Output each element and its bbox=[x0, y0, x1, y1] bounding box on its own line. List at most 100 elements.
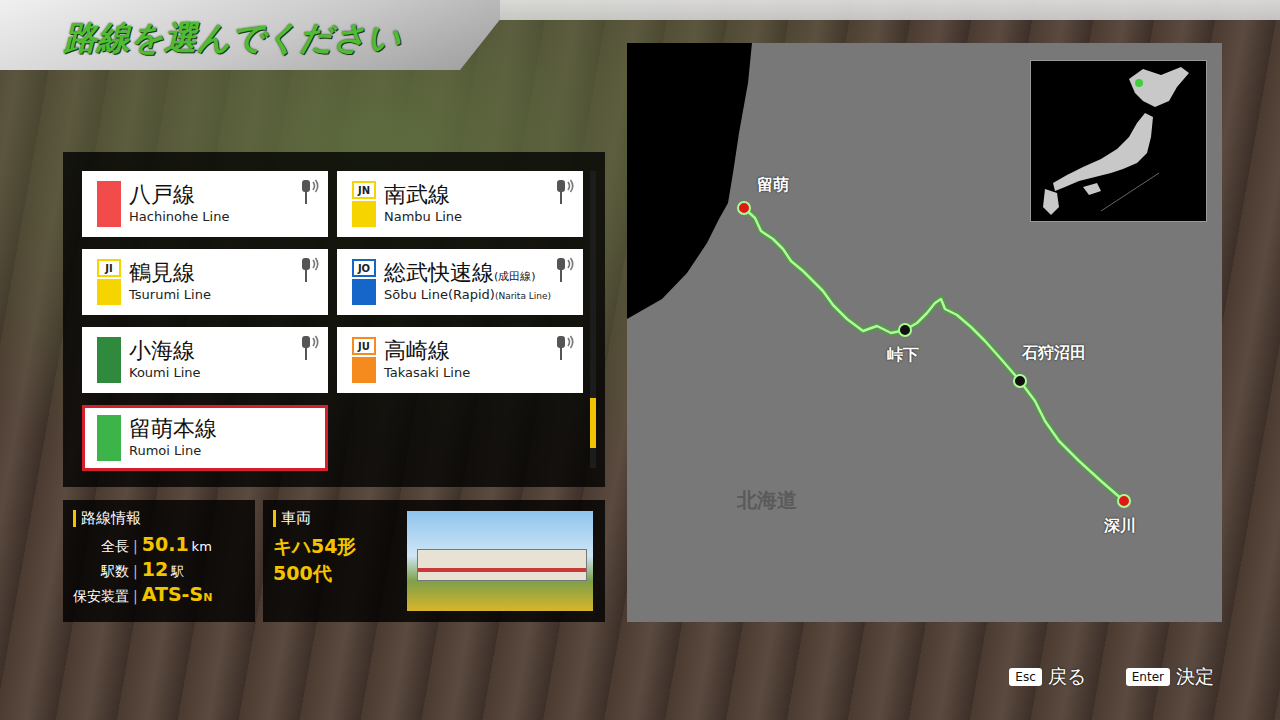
info-label: 全長 bbox=[73, 538, 129, 556]
route-card[interactable]: JU高崎線Takasaki Line bbox=[337, 327, 583, 393]
route-name: 小海線 bbox=[129, 338, 201, 364]
info-value-number: 50.1 bbox=[142, 533, 189, 555]
station-pin bbox=[898, 323, 912, 337]
route-name: 八戸線 bbox=[129, 182, 229, 208]
route-text: 留萌本線Rumoi Line bbox=[129, 416, 217, 459]
route-english-name: Hachinohe Line bbox=[129, 209, 229, 226]
route-name: 鶴見線 bbox=[129, 260, 211, 286]
line-code-badge: JN bbox=[352, 181, 376, 199]
vehicle-name-line: キハ54形 bbox=[273, 533, 356, 561]
info-separator: | bbox=[133, 538, 138, 554]
route-line-glow bbox=[744, 208, 1124, 501]
route-text: 南武線Nambu Line bbox=[384, 182, 462, 225]
station-label: 深川 bbox=[1104, 516, 1136, 537]
line-mark: JU bbox=[352, 337, 376, 383]
route-name-suffix: (成田線) bbox=[494, 270, 536, 283]
info-label: 駅数 bbox=[73, 563, 129, 581]
key-hints: Esc 戻る Enter決定 bbox=[627, 664, 1222, 690]
route-card[interactable]: 小海線Koumi Line bbox=[82, 327, 328, 393]
scrollbar[interactable] bbox=[590, 171, 596, 468]
signal-icon bbox=[297, 178, 321, 206]
info-label: 保安装置 bbox=[73, 588, 129, 606]
route-english-name: Sōbu Line(Rapid)(Narita Line) bbox=[384, 287, 551, 304]
info-separator: | bbox=[133, 563, 138, 579]
japan-icon bbox=[1031, 61, 1206, 221]
route-text: 小海線Koumi Line bbox=[129, 338, 201, 381]
route-card[interactable]: 八戸線Hachinohe Line bbox=[82, 171, 328, 237]
line-color-bar bbox=[352, 357, 376, 383]
station-pin bbox=[1117, 494, 1131, 508]
vehicle-photo bbox=[407, 511, 593, 611]
route-english-suffix: (Narita Line) bbox=[495, 291, 551, 301]
vehicle-heading: 車両 bbox=[273, 510, 356, 527]
key-hint[interactable]: Enter決定 bbox=[1126, 664, 1214, 690]
route-list: 八戸線Hachinohe Line JN 南武線Nambu Line JI 鶴見線Tsu… bbox=[63, 152, 605, 487]
route-text: 高崎線Takasaki Line bbox=[384, 338, 470, 381]
photo-train-shape bbox=[417, 549, 587, 581]
scrollbar-thumb[interactable] bbox=[590, 398, 596, 448]
line-mark bbox=[97, 337, 121, 383]
info-unit: 駅 bbox=[171, 564, 184, 579]
line-mark: JO bbox=[352, 259, 376, 305]
route-text: 総武快速線(成田線)Sōbu Line(Rapid)(Narita Line) bbox=[384, 260, 551, 303]
line-mark: JI bbox=[97, 259, 121, 305]
line-mark bbox=[97, 181, 121, 227]
right-column: 北海道 留萌峠下 石狩沼田深川 Esc 戻る Enter決定 bbox=[627, 43, 1222, 720]
route-info-panel: 路線情報全長|50.1km駅数|12駅保安装置|ATS-SN bbox=[63, 500, 255, 622]
route-english-name: Rumoi Line bbox=[129, 443, 217, 460]
info-row: 路線情報全長|50.1km駅数|12駅保安装置|ATS-SN車両キハ54形500… bbox=[63, 500, 605, 622]
left-column: 路線を選んでください八戸線Hachinohe Line JN 南武線Nambu Li… bbox=[0, 0, 627, 720]
key-hint[interactable]: Esc 戻る bbox=[1009, 664, 1085, 690]
station-label: 石狩沼田 bbox=[1022, 343, 1086, 364]
line-color-bar bbox=[97, 415, 121, 461]
route-name: 留萌本線 bbox=[129, 416, 217, 442]
line-mark bbox=[97, 415, 121, 461]
line-mark: JN bbox=[352, 181, 376, 227]
route-line bbox=[744, 208, 1124, 501]
keycap: Esc bbox=[1009, 668, 1041, 686]
line-color-bar bbox=[97, 181, 121, 227]
info-value-number: ATS-S bbox=[142, 583, 203, 605]
signal-icon bbox=[552, 334, 576, 362]
vehicle-text: 車両キハ54形500代 bbox=[273, 510, 356, 612]
route-english-name: Koumi Line bbox=[129, 365, 201, 382]
screen-title: 路線を選んでください bbox=[64, 18, 401, 57]
info-value: ATS-SN bbox=[142, 583, 245, 605]
line-code-badge: JI bbox=[97, 259, 121, 277]
route-card[interactable]: JI 鶴見線Tsurumi Line bbox=[82, 249, 328, 315]
station-label: 留萌 bbox=[757, 175, 789, 196]
signal-icon bbox=[552, 256, 576, 284]
line-color-bar bbox=[97, 337, 121, 383]
route-card[interactable]: JN 南武線Nambu Line bbox=[337, 171, 583, 237]
info-value: 50.1km bbox=[142, 533, 245, 555]
route-text: 鶴見線Tsurumi Line bbox=[129, 260, 211, 303]
info-separator: | bbox=[133, 588, 138, 604]
key-hint-label: 戻る bbox=[1048, 664, 1086, 690]
info-value-number: 12 bbox=[142, 558, 168, 580]
info-value-subscript: N bbox=[203, 591, 212, 604]
route-name: 高崎線 bbox=[384, 338, 470, 364]
info-value: 12駅 bbox=[142, 558, 245, 581]
route-card[interactable]: JO 総武快速線(成田線)Sōbu Line(Rapid)(Narita Line… bbox=[337, 249, 583, 315]
line-color-bar bbox=[97, 279, 121, 305]
route-info-heading: 路線情報 bbox=[73, 510, 245, 527]
route-text: 八戸線Hachinohe Line bbox=[129, 182, 229, 225]
route-grid: 八戸線Hachinohe Line JN 南武線Nambu Line JI 鶴見線Tsu… bbox=[82, 171, 583, 468]
route-name: 総武快速線(成田線) bbox=[384, 260, 551, 286]
line-code-badge: JO bbox=[352, 259, 376, 277]
route-card[interactable]: 留萌本線Rumoi Line bbox=[82, 405, 328, 471]
route-english-name: Tsurumi Line bbox=[129, 287, 211, 304]
route-select-screen: 路線を選んでください八戸線Hachinohe Line JN 南武線Nambu Li… bbox=[0, 0, 1280, 720]
station-label: 峠下 bbox=[887, 345, 919, 366]
vehicle-panel: 車両キハ54形500代 bbox=[263, 500, 605, 622]
station-pin bbox=[1013, 374, 1027, 388]
line-color-bar bbox=[352, 279, 376, 305]
info-unit: km bbox=[192, 539, 212, 554]
region-label: 北海道 bbox=[737, 487, 797, 514]
japan-inset-map bbox=[1030, 60, 1207, 222]
route-english-name: Takasaki Line bbox=[384, 365, 470, 382]
signal-icon bbox=[552, 178, 576, 206]
route-name: 南武線 bbox=[384, 182, 462, 208]
signal-icon bbox=[297, 334, 321, 362]
route-info-grid: 全長|50.1km駅数|12駅保安装置|ATS-SN bbox=[73, 533, 245, 606]
